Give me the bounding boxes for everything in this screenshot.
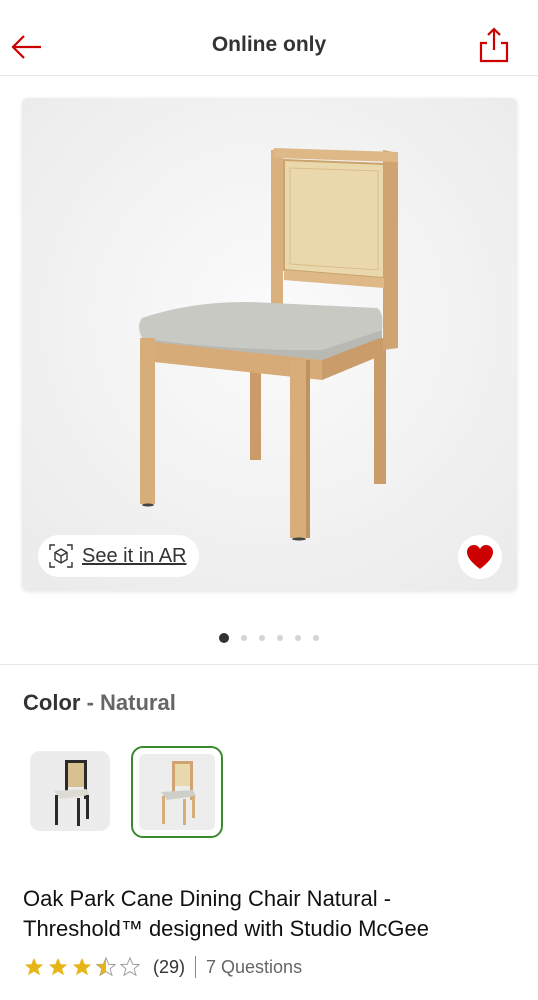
natural-chair-thumbnail-frame: [139, 754, 215, 830]
carousel-dot-6[interactable]: [313, 635, 319, 641]
top-bar: Online only: [0, 0, 538, 76]
color-heading: Color - Natural: [23, 690, 176, 716]
product-image: [22, 98, 517, 591]
color-label: Color: [23, 690, 81, 715]
carousel-dot-5[interactable]: [295, 635, 301, 641]
natural-chair-thumbnail: [139, 754, 215, 830]
ar-cube-icon: [49, 544, 73, 568]
see-in-ar-button[interactable]: See it in AR: [38, 535, 199, 577]
carousel-dot-3[interactable]: [259, 635, 265, 641]
star-rating: [23, 956, 141, 978]
product-title: Oak Park Cane Dining Chair Natural - Thr…: [23, 886, 429, 941]
carousel-dot-4[interactable]: [277, 635, 283, 641]
see-in-ar-label: See it in AR: [82, 544, 187, 567]
divider: [0, 664, 538, 665]
favorite-button[interactable]: [458, 535, 502, 579]
carousel-pagination: [0, 633, 538, 643]
carousel-dot-1[interactable]: [219, 633, 229, 643]
star-full-icon: [72, 957, 92, 976]
star-half-icon: [95, 956, 117, 977]
carousel-dot-2[interactable]: [241, 635, 247, 641]
star-full-icon: [48, 957, 68, 976]
star-full-icon: [24, 957, 44, 976]
share-icon[interactable]: [478, 26, 510, 64]
color-separator: -: [86, 690, 94, 715]
product-image-carousel[interactable]: See it in AR: [22, 98, 517, 591]
color-swatch-natural[interactable]: [131, 746, 223, 838]
rating-separator: [195, 956, 197, 978]
black-chair-thumbnail: [30, 751, 110, 831]
heart-icon: [467, 545, 493, 569]
selected-color: Natural: [100, 690, 176, 715]
review-count[interactable]: (29): [153, 957, 185, 978]
star-empty-icon: [119, 956, 141, 977]
color-swatch-black[interactable]: [30, 751, 110, 831]
page-title: Online only: [211, 33, 327, 56]
questions-link[interactable]: 7 Questions: [206, 957, 302, 978]
rating-row[interactable]: (29) 7 Questions: [23, 955, 302, 979]
